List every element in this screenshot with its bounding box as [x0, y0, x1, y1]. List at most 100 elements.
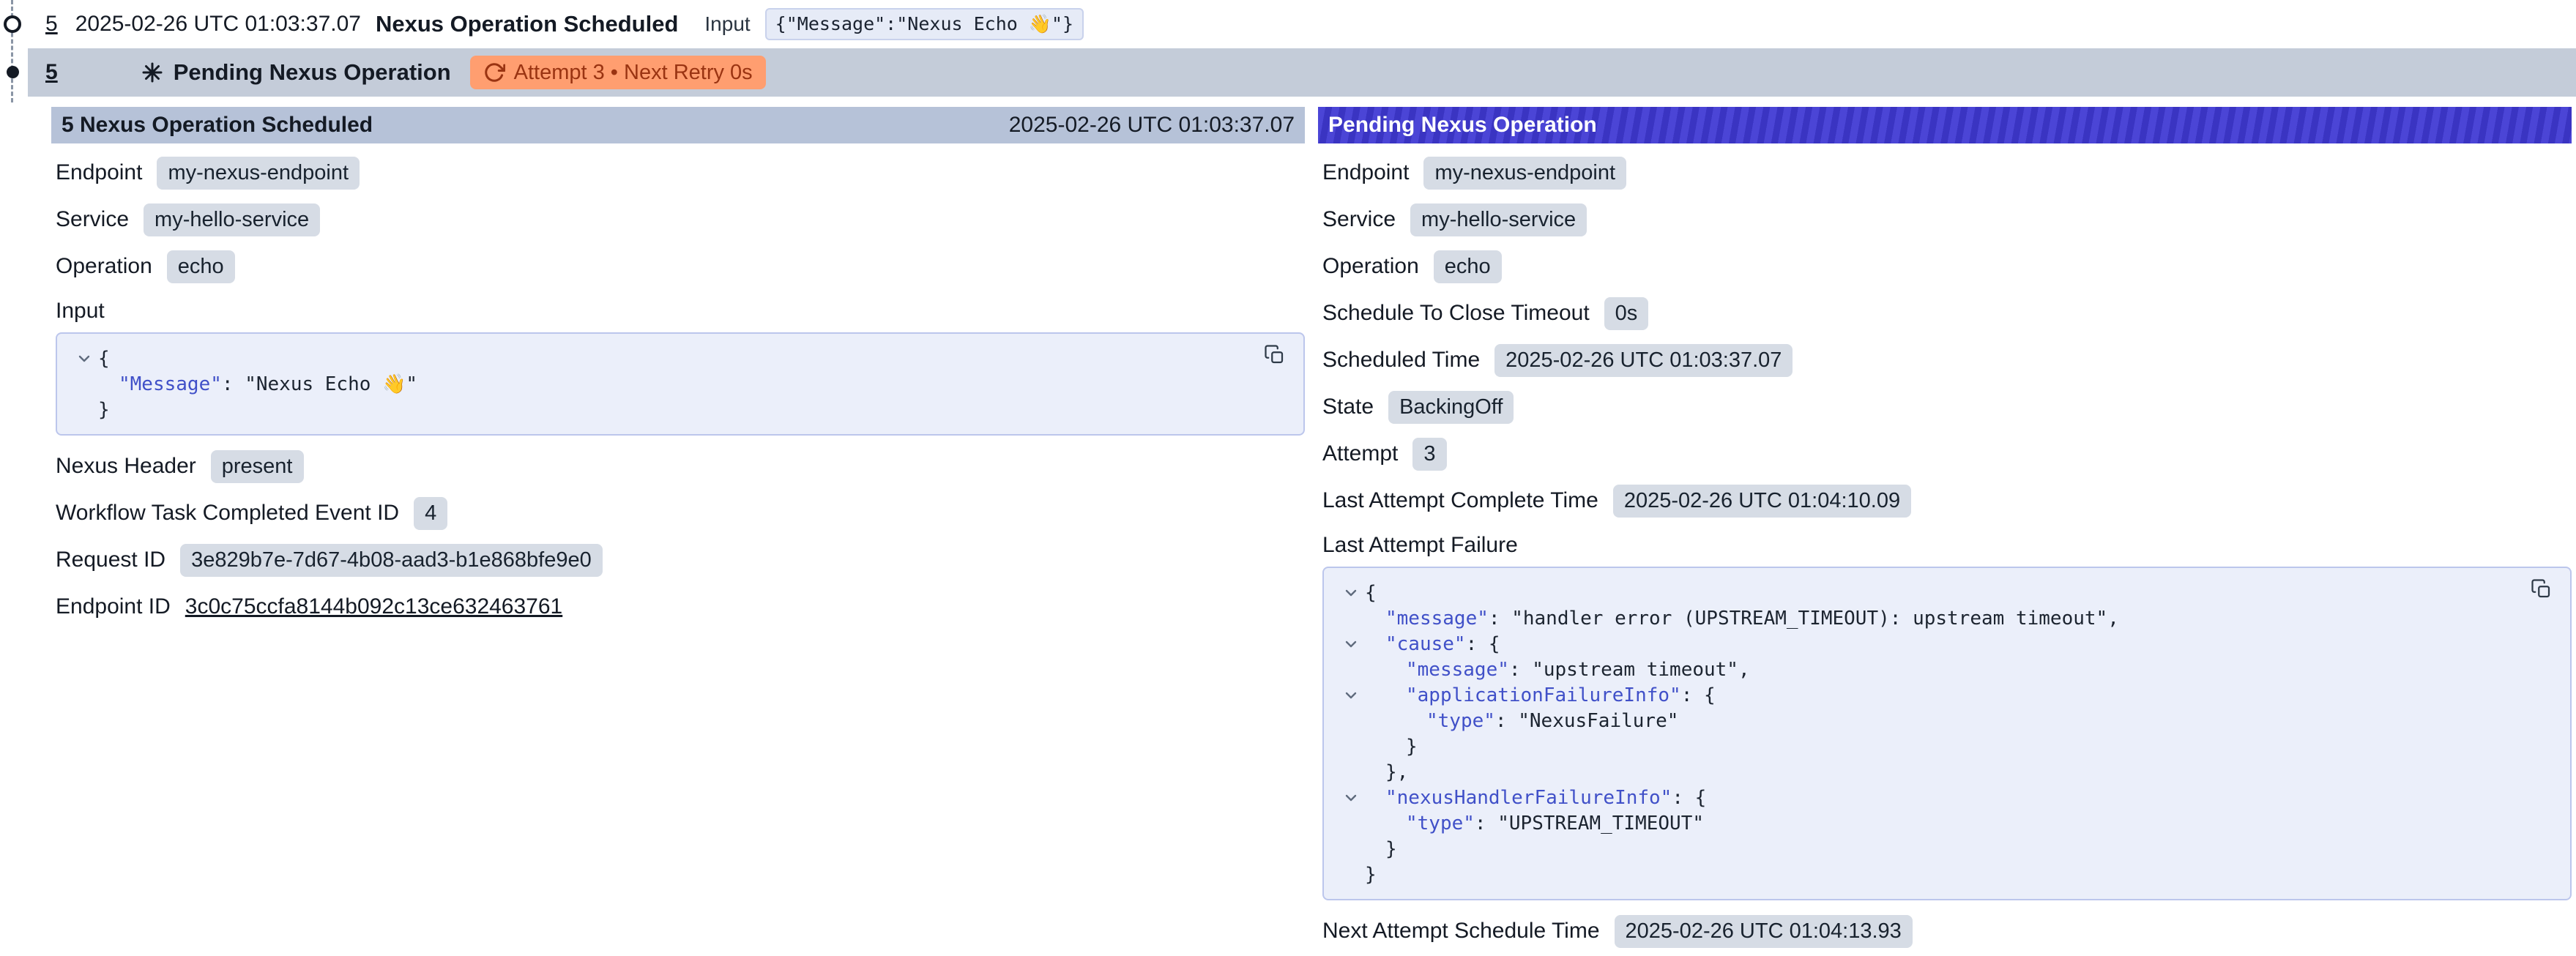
code-line: "Message": "Nexus Echo 👋" [70, 371, 1245, 397]
field-value-request-id: 3e829b7e-7d67-4b08-aad3-b1e868bfe9e0 [180, 544, 603, 577]
code-text: "type": "NexusFailure" [1426, 710, 1678, 732]
code-text: "Message": "Nexus Echo 👋" [119, 373, 417, 395]
input-label: Input [704, 12, 750, 36]
field-row-endpoint: Endpointmy-nexus-endpoint [1322, 149, 2572, 196]
collapse-chevron-icon[interactable] [1337, 791, 1365, 805]
field-row-service: Service my-hello-service [1322, 196, 2572, 243]
field-row-operation: Operationecho [56, 243, 1305, 290]
field-label: Service [56, 207, 129, 232]
collapse-chevron-icon[interactable] [1337, 637, 1365, 651]
field-row-scheduled-time: Scheduled Time2025-02-26 UTC 01:03:37.07 [1322, 337, 2572, 384]
field-value-service: my-hello-service [1410, 203, 1587, 236]
pending-operation-panel: Pending Nexus Operation Endpointmy-nexus… [1318, 107, 2572, 955]
pending-event-id-link[interactable]: 5 [45, 60, 58, 85]
code-line: "message": "handler error (UPSTREAM_TIME… [1337, 605, 2512, 631]
code-line: } [1337, 862, 2512, 887]
retry-icon [483, 61, 505, 83]
field-label: Endpoint ID [56, 594, 171, 619]
field-label: Request ID [56, 548, 165, 572]
field-value-operation: echo [167, 250, 235, 283]
field-value-schedule-to-close-timeout: 0s [1604, 297, 1649, 330]
field-value-scheduled-time: 2025-02-26 UTC 01:03:37.07 [1494, 344, 1793, 377]
field-label: Nexus Header [56, 454, 196, 479]
collapse-chevron-icon[interactable] [1337, 688, 1365, 703]
code-text: "message": "upstream timeout", [1406, 659, 1750, 681]
event-row-nexus-operation-scheduled[interactable]: 5 2025-02-26 UTC 01:03:37.07 Nexus Opera… [28, 0, 2576, 48]
field-row-operation: Operationecho [1322, 243, 2572, 290]
field-value-service: my-hello-service [144, 203, 320, 236]
copy-icon[interactable] [2531, 578, 2553, 600]
field-value-nexus-header: present [211, 450, 304, 483]
field-row-workflow-task-completed-event-id: Workflow Task Completed Event ID4 [56, 490, 1305, 537]
scheduled-event-panel: 5 Nexus Operation Scheduled 2025-02-26 U… [51, 107, 1305, 630]
field-row-endpoint: Endpoint my-nexus-endpoint [56, 149, 1305, 196]
field-label: Endpoint [56, 160, 142, 185]
retry-text: Attempt 3 • Next Retry 0s [514, 61, 753, 85]
field-value-last-attempt-complete-time: 2025-02-26 UTC 01:04:10.09 [1613, 485, 1911, 518]
pending-panel-title: Pending Nexus Operation [1328, 113, 1597, 138]
field-value-workflow-task-completed-event-id: 4 [414, 497, 447, 530]
field-label: Last Attempt Complete Time [1322, 488, 1598, 513]
code-line: "cause": { [1337, 631, 2512, 657]
timeline-node-circle [4, 15, 21, 33]
code-line: }, [1337, 759, 2512, 785]
code-text: } [1385, 838, 1397, 860]
event-timestamp: 2025-02-26 UTC 01:03:37.07 [75, 12, 361, 37]
collapse-chevron-icon[interactable] [70, 351, 98, 366]
copy-icon[interactable] [1264, 344, 1286, 366]
pending-panel-header: Pending Nexus Operation [1318, 107, 2572, 143]
field-row-schedule-to-close-timeout: Schedule To Close Timeout 0s [1322, 290, 2572, 337]
field-label: Service [1322, 207, 1396, 232]
input-json-viewer: { "Message": "Nexus Echo 👋"} [56, 332, 1305, 436]
code-text: "applicationFailureInfo": { [1406, 684, 1716, 706]
field-label: Attempt [1322, 441, 1398, 466]
pending-operation-icon [141, 61, 163, 83]
field-value-operation: echo [1434, 250, 1502, 283]
timeline-rail [0, 0, 29, 102]
field-value-endpoint: my-nexus-endpoint [157, 157, 360, 190]
code-line: { [70, 346, 1245, 371]
code-line: { [1337, 580, 2512, 605]
code-text: "cause": { [1385, 633, 1500, 655]
code-text: }, [1385, 761, 1408, 783]
field-row-nexus-header: Nexus Header present [56, 443, 1305, 490]
collapse-chevron-icon[interactable] [1337, 586, 1365, 600]
code-line: } [70, 397, 1245, 422]
code-text: { [98, 348, 110, 370]
code-text: } [98, 399, 110, 421]
field-value-endpoint: my-nexus-endpoint [1423, 157, 1626, 190]
code-line: "applicationFailureInfo": { [1337, 682, 2512, 708]
event-id-link[interactable]: 5 [45, 12, 58, 37]
field-value-endpoint-id[interactable]: 3c0c75ccfa8144b092c13ce632463761 [185, 594, 562, 619]
code-text: { [1365, 582, 1377, 604]
field-row-endpoint-id: Endpoint ID 3c0c75ccfa8144b092c13ce632463… [56, 583, 1305, 630]
code-text: "message": "handler error (UPSTREAM_TIME… [1385, 608, 2119, 630]
field-value-state: BackingOff [1388, 391, 1514, 424]
scheduled-panel-title: 5 Nexus Operation Scheduled [62, 113, 373, 138]
pending-panel-body: Endpointmy-nexus-endpoint Service my-hello… [1318, 143, 2572, 955]
retry-status-badge: Attempt 3 • Next Retry 0s [470, 56, 766, 89]
code-text: } [1406, 736, 1418, 758]
code-line: "message": "upstream timeout", [1337, 657, 2512, 682]
code-text: "nexusHandlerFailureInfo": { [1385, 787, 1706, 809]
pending-event-title: Pending Nexus Operation [174, 59, 451, 86]
event-history-rows: 5 2025-02-26 UTC 01:03:37.07 Nexus Opera… [28, 0, 2576, 97]
code-line: } [1337, 733, 2512, 759]
scheduled-panel-header: 5 Nexus Operation Scheduled 2025-02-26 U… [51, 107, 1305, 143]
field-value-attempt: 3 [1412, 438, 1446, 471]
event-input-preview: {"Message":"Nexus Echo 👋"} [765, 8, 1084, 40]
scheduled-panel-body: Endpoint my-nexus-endpoint Service my-hello… [51, 143, 1305, 630]
event-title: Nexus Operation Scheduled [376, 11, 678, 37]
event-row-pending-nexus-operation[interactable]: 5 Pending Nexus Operation Attempt 3 • Ne… [28, 48, 2576, 97]
event-detail-panels: 5 Nexus Operation Scheduled 2025-02-26 U… [0, 97, 2576, 955]
field-label: Next Attempt Schedule Time [1322, 919, 1600, 944]
field-row-request-id: Request ID 3e829b7e-7d67-4b08-aad3-b1e868… [56, 537, 1305, 583]
field-label: Schedule To Close Timeout [1322, 301, 1590, 326]
field-row-attempt: Attempt 3 [1322, 430, 2572, 477]
code-line: "nexusHandlerFailureInfo": { [1337, 785, 2512, 810]
timeline-node-dot [7, 66, 19, 78]
code-line: "type": "NexusFailure" [1337, 708, 2512, 733]
code-line: } [1337, 836, 2512, 862]
field-row-next-attempt-schedule-time: Next Attempt Schedule Time2025-02-26 UTC… [1322, 908, 2572, 955]
last-attempt-failure-viewer: { "message": "handler error (UPSTREAM_TIM… [1322, 567, 2572, 900]
